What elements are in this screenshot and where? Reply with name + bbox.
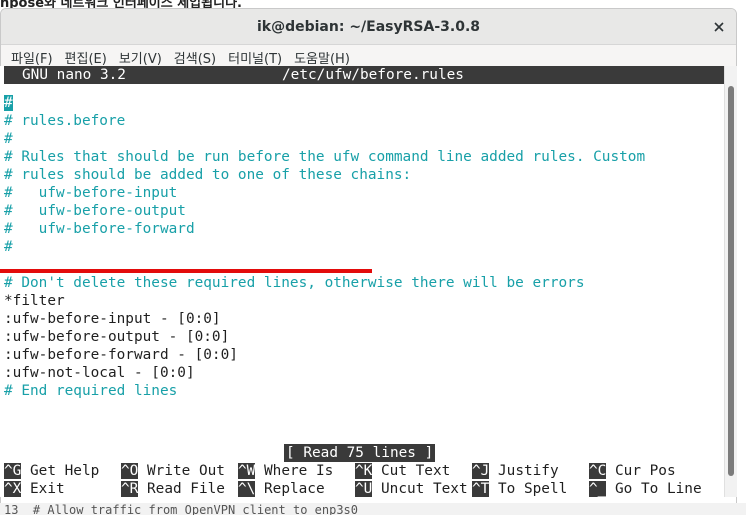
nano-header: GNU nano 3.2 /etc/ufw/before.rules <box>4 66 724 84</box>
shortcut-read-file[interactable]: ^R Read File <box>121 480 225 498</box>
window-title: ik@debian: ~/EasyRSA-3.0.8 <box>256 18 480 35</box>
text-cursor: # <box>4 95 13 111</box>
editor-line: # ufw-before-input <box>4 185 178 201</box>
shortcut-write-out[interactable]: ^O Write Out <box>121 462 225 480</box>
shortcut-key: ^T <box>472 481 490 497</box>
shortcut-to-spell[interactable]: ^T To Spell <box>472 480 567 498</box>
shortcut-key: ^K <box>355 463 373 479</box>
editor-line: # Rules that should be run before the uf… <box>4 149 646 165</box>
shortcut-key: ^X <box>4 481 22 497</box>
editor-line: *filter <box>4 293 65 309</box>
shortcut-label: Exit <box>21 481 65 497</box>
editor-line: :ufw-before-input - [0:0] <box>4 311 221 327</box>
close-icon <box>714 22 724 32</box>
shortcut-label: Read File <box>138 481 225 497</box>
shortcut-justify[interactable]: ^J Justify <box>472 462 559 480</box>
shortcut-cur-pos[interactable]: ^C Cur Pos <box>589 462 676 480</box>
shortcut-replace[interactable]: ^\ Replace <box>238 480 325 498</box>
shortcut-label: Write Out <box>138 463 225 479</box>
editor-line: # rules should be added to one of these … <box>4 167 412 183</box>
shortcut-label: Cut Text <box>372 463 451 479</box>
red-underline-annotation <box>0 269 372 273</box>
shortcut-label: Justify <box>489 463 559 479</box>
terminal-scrollbar[interactable] <box>724 66 737 497</box>
shortcut-label: Go To Line <box>606 481 702 497</box>
shortcut-uncut-text[interactable]: ^U Uncut Text <box>355 480 468 498</box>
shortcut-key: ^U <box>355 481 373 497</box>
editor-line: # ufw-before-output <box>4 203 186 219</box>
editor-line: # rules.before <box>4 113 126 129</box>
editor-line: # Don't delete these required lines, oth… <box>4 275 585 291</box>
shortcut-key: ^W <box>238 463 256 479</box>
shortcut-key: ^J <box>472 463 490 479</box>
shortcut-cut-text[interactable]: ^K Cut Text <box>355 462 450 480</box>
shortcut-label: Where Is <box>255 463 334 479</box>
shortcut-label: Uncut Text <box>372 481 468 497</box>
editor-line: # <box>4 94 13 112</box>
shortcut-key: ^G <box>4 463 22 479</box>
editor-line: # End required lines <box>4 383 178 399</box>
background-page-bottom: 13 # Allow traffic from OpenVPN client t… <box>0 503 746 515</box>
shortcut-label: Cur Pos <box>606 463 676 479</box>
shortcut-label: Replace <box>255 481 325 497</box>
shortcut-where-is[interactable]: ^W Where Is <box>238 462 333 480</box>
shortcut-key: ^O <box>121 463 139 479</box>
editor-line: :ufw-not-local - [0:0] <box>4 365 195 381</box>
editor-line: :ufw-before-forward - [0:0] <box>4 347 238 363</box>
shortcut-label: Get Help <box>21 463 100 479</box>
nano-version: GNU nano 3.2 <box>22 67 126 83</box>
editor-line: # ufw-before-forward <box>4 221 195 237</box>
shortcut-key: ^_ <box>589 481 607 497</box>
editor-line: # <box>4 239 13 255</box>
scrollbar-thumb[interactable] <box>728 86 734 476</box>
background-bottom-text: 13 # Allow traffic from OpenVPN client t… <box>4 503 359 515</box>
title-bar: ik@debian: ~/EasyRSA-3.0.8 <box>1 9 736 45</box>
shortcut-key: ^C <box>589 463 607 479</box>
shortcut-exit[interactable]: ^X Exit <box>4 480 65 498</box>
shortcut-label: To Spell <box>489 481 568 497</box>
status-message: [ Read 75 lines ] <box>284 444 436 462</box>
shortcut-go-to-line[interactable]: ^_ Go To Line <box>589 480 702 498</box>
terminal-area[interactable]: GNU nano 3.2 /etc/ufw/before.rules # # ru… <box>0 66 724 497</box>
close-button[interactable] <box>708 16 730 38</box>
shortcut-key: ^R <box>121 481 139 497</box>
nano-filename: /etc/ufw/before.rules <box>282 67 464 83</box>
shortcut-get-help[interactable]: ^G Get Help <box>4 462 99 480</box>
editor-line: :ufw-before-output - [0:0] <box>4 329 230 345</box>
shortcut-key: ^\ <box>238 481 256 497</box>
editor-line: # <box>4 131 13 147</box>
